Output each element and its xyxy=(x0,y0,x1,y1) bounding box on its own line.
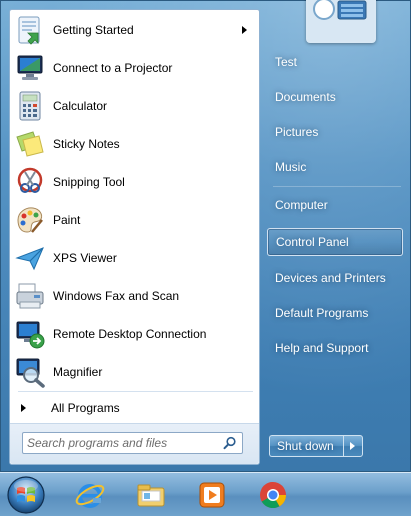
program-connect-projector[interactable]: Connect to a Projector xyxy=(12,49,257,87)
right-item-default-programs[interactable]: Default Programs xyxy=(267,299,403,327)
program-label: Windows Fax and Scan xyxy=(53,289,180,303)
taskbar xyxy=(0,472,411,516)
right-item-music[interactable]: Music xyxy=(267,153,403,181)
user-avatar-icon xyxy=(308,0,374,41)
user-picture[interactable] xyxy=(306,0,376,43)
internet-explorer-icon xyxy=(75,484,105,508)
all-programs-button[interactable]: All Programs xyxy=(12,396,257,420)
right-item-label: Computer xyxy=(275,198,328,212)
taskbar-internet-explorer[interactable] xyxy=(66,476,114,514)
program-paint[interactable]: Paint xyxy=(12,201,257,239)
program-fax-scan[interactable]: Windows Fax and Scan xyxy=(12,277,257,315)
shutdown-options-button[interactable] xyxy=(342,435,363,457)
right-item-label: Test xyxy=(275,55,298,69)
chrome-icon xyxy=(260,481,287,509)
search-zone xyxy=(10,423,259,464)
taskbar-media-player[interactable] xyxy=(188,476,236,514)
fax-scan-icon xyxy=(16,283,44,309)
programs-panel: Getting Started Connect to a Projector C… xyxy=(9,9,260,465)
program-label: Snipping Tool xyxy=(53,175,125,189)
program-label: XPS Viewer xyxy=(53,251,117,265)
all-programs-arrow-icon xyxy=(21,404,26,412)
program-sticky-notes[interactable]: Sticky Notes xyxy=(12,125,257,163)
program-label: Paint xyxy=(53,213,81,227)
remote-desktop-icon xyxy=(16,321,45,349)
taskbar-windows-explorer[interactable] xyxy=(127,476,175,514)
program-remote-desktop[interactable]: Remote Desktop Connection xyxy=(12,315,257,353)
chevron-right-icon xyxy=(350,442,356,450)
snipping-tool-icon xyxy=(17,167,43,193)
getting-started-icon xyxy=(18,16,40,45)
program-snipping-tool[interactable]: Snipping Tool xyxy=(12,163,257,201)
right-item-documents[interactable]: Documents xyxy=(267,83,403,111)
right-item-label: Default Programs xyxy=(275,306,369,320)
calculator-icon xyxy=(19,91,41,121)
right-item-control-panel[interactable]: Control Panel xyxy=(267,228,403,256)
shutdown-label: Shut down xyxy=(277,439,334,453)
right-item-label: Pictures xyxy=(275,125,319,139)
taskbar-chrome[interactable] xyxy=(249,476,297,514)
right-item-label: Documents xyxy=(275,90,336,104)
search-icon[interactable] xyxy=(223,436,237,450)
places-separator xyxy=(273,186,401,187)
program-getting-started[interactable]: Getting Started xyxy=(12,11,257,49)
paint-icon xyxy=(17,207,43,233)
start-menu: Getting Started Connect to a Projector C… xyxy=(0,0,411,472)
program-label: Remote Desktop Connection xyxy=(53,327,207,341)
search-input[interactable] xyxy=(23,434,223,452)
magnifier-icon xyxy=(16,358,45,388)
start-orb-icon[interactable] xyxy=(6,475,46,515)
right-item-label: Control Panel xyxy=(276,235,349,249)
projector-icon xyxy=(17,55,43,80)
pinned-programs-list: Getting Started Connect to a Projector C… xyxy=(12,11,257,391)
right-item-help-support[interactable]: Help and Support xyxy=(267,334,403,362)
right-item-label: Devices and Printers xyxy=(275,271,386,285)
all-programs-label: All Programs xyxy=(51,401,120,415)
right-item-devices-printers[interactable]: Devices and Printers xyxy=(267,264,403,292)
right-item-label: Help and Support xyxy=(275,341,369,355)
right-item-pictures[interactable]: Pictures xyxy=(267,118,403,146)
right-item-label: Music xyxy=(275,160,307,174)
program-label: Connect to a Projector xyxy=(53,61,173,75)
shutdown-group: Shut down xyxy=(269,435,363,457)
programs-separator xyxy=(18,391,253,392)
program-label: Magnifier xyxy=(53,365,103,379)
program-xps-viewer[interactable]: XPS Viewer xyxy=(12,239,257,277)
shutdown-button[interactable]: Shut down xyxy=(269,435,343,457)
program-label: Calculator xyxy=(53,99,108,113)
program-label: Getting Started xyxy=(53,23,134,37)
sticky-notes-icon xyxy=(16,131,44,157)
program-label: Sticky Notes xyxy=(53,137,120,151)
search-box[interactable] xyxy=(22,432,243,454)
right-item-test[interactable]: Test xyxy=(267,48,403,76)
media-player-icon xyxy=(199,482,225,508)
right-item-computer[interactable]: Computer xyxy=(267,191,403,219)
windows-explorer-icon xyxy=(137,484,165,507)
submenu-arrow-icon[interactable] xyxy=(242,26,247,34)
xps-viewer-icon xyxy=(15,247,44,271)
program-calculator[interactable]: Calculator xyxy=(12,87,257,125)
program-magnifier[interactable]: Magnifier xyxy=(12,353,257,391)
